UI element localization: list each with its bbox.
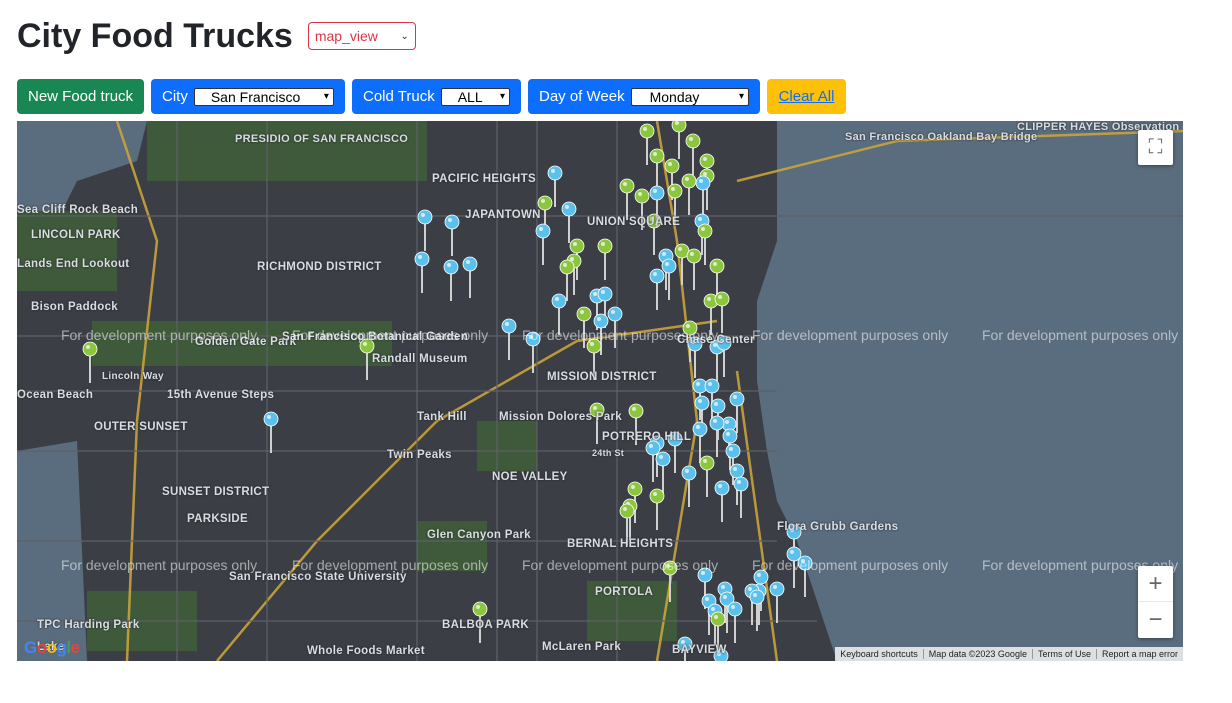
map-label: BERNAL HEIGHTS [567, 538, 674, 550]
new-food-truck-button[interactable]: New Food truck [17, 79, 144, 114]
cold-truck-select[interactable]: ALL ▾ [440, 87, 510, 106]
fullscreen-icon: ⛶ [1148, 136, 1163, 158]
map-label: RICHMOND DISTRICT [257, 261, 382, 273]
map-label: Ocean Beach [17, 389, 94, 401]
map-label: San Francisco Oakland Bay Bridge [845, 131, 1038, 143]
watermark: For development purposes only [522, 327, 719, 343]
watermark: For development purposes only [752, 327, 949, 343]
map-label: JAPANTOWN [465, 209, 541, 221]
chevron-down-icon: ▾ [323, 91, 329, 102]
map-label: BAYVIEW [672, 644, 727, 656]
day-filter: Day of Week Monday ▾ [528, 79, 760, 114]
map-attribution: Keyboard shortcuts Map data ©2023 Google… [835, 647, 1183, 661]
chevron-down-icon: ⌄ [400, 30, 409, 42]
map-label: SUNSET DISTRICT [162, 486, 270, 498]
day-select[interactable]: Monday ▾ [630, 87, 749, 106]
terms-link[interactable]: Terms of Use [1031, 649, 1096, 659]
clear-all-button[interactable]: Clear All [767, 79, 846, 114]
map-label: Randall Museum [372, 353, 468, 365]
city-label: City [162, 88, 188, 105]
toolbar: New Food truck City San Francisco ▾ Cold… [17, 79, 846, 114]
map-label: PACIFIC HEIGHTS [432, 173, 536, 185]
map-label: McLaren Park [542, 641, 622, 653]
city-filter: City San Francisco ▾ [151, 79, 345, 114]
zoom-out-button[interactable]: − [1138, 602, 1173, 638]
watermark: For development purposes only [61, 327, 258, 343]
map-label: LINCOLN PARK [31, 229, 121, 241]
watermark: For development purposes only [292, 557, 489, 573]
day-select-value: Monday [649, 88, 700, 105]
map-label: PARKSIDE [187, 513, 248, 525]
map-label: Bison Paddock [31, 301, 118, 313]
map-label: MISSION DISTRICT [547, 371, 657, 383]
zoom-in-button[interactable]: + [1138, 566, 1173, 602]
map-label: PRESIDIO OF SAN FRANCISCO [235, 133, 409, 145]
page: City Food Trucks map_view ⌄ New Food tru… [0, 0, 1232, 703]
map-label: BALBOA PARK [442, 619, 529, 631]
report-error-link[interactable]: Report a map error [1095, 649, 1183, 659]
map-label: UNION SQUARE [587, 216, 681, 228]
map-label: Tank Hill [417, 411, 467, 423]
header: City Food Trucks map_view ⌄ [17, 14, 416, 58]
map-label: 15th Avenue Steps [167, 389, 275, 401]
keyboard-shortcuts-link[interactable]: Keyboard shortcuts [835, 649, 923, 659]
view-mode-value: map_view [314, 28, 378, 44]
map[interactable]: PRESIDIO OF SAN FRANCISCO PACIFIC HEIGHT… [17, 121, 1183, 661]
map-label: Lincoln Way [102, 371, 164, 382]
chevron-down-icon: ▾ [738, 91, 744, 102]
watermark: For development purposes only [61, 557, 258, 573]
fullscreen-button[interactable]: ⛶ [1138, 130, 1173, 165]
map-label: Twin Peaks [387, 449, 452, 461]
map-label: PORTOLA [595, 586, 654, 598]
map-label: Lands End Lookout [17, 258, 130, 270]
watermark: For development purposes only [752, 557, 949, 573]
google-logo: Google [24, 638, 80, 657]
map-data-text: Map data ©2023 Google [922, 649, 1032, 659]
map-label: 24th St [592, 448, 625, 458]
city-select-value: San Francisco [210, 88, 301, 105]
map-label: Glen Canyon Park [427, 529, 531, 541]
watermark: For development purposes only [292, 327, 489, 343]
map-label: Mission Dolores Park [499, 411, 622, 423]
map-label: NOE VALLEY [492, 471, 568, 483]
chevron-down-icon: ▾ [499, 91, 505, 102]
map-label: POTRERO HILL [602, 431, 692, 443]
watermark: For development purposes only [522, 557, 719, 573]
map-label: Whole Foods Market [307, 645, 425, 657]
map-label: TPC Harding Park [37, 619, 140, 631]
map-label: Flora Grubb Gardens [777, 521, 899, 533]
zoom-control: + − [1138, 566, 1173, 638]
watermark: For development purposes only [982, 327, 1179, 343]
cold-truck-select-value: ALL [457, 88, 483, 105]
page-title: City Food Trucks [17, 17, 293, 55]
city-select[interactable]: San Francisco ▾ [193, 87, 334, 106]
map-label: OUTER SUNSET [94, 421, 188, 433]
cold-truck-label: Cold Truck [363, 88, 435, 105]
cold-truck-filter: Cold Truck ALL ▾ [352, 79, 521, 114]
map-label: Sea Cliff Rock Beach [17, 204, 139, 216]
day-label: Day of Week [539, 88, 625, 105]
view-mode-select[interactable]: map_view ⌄ [307, 22, 416, 50]
